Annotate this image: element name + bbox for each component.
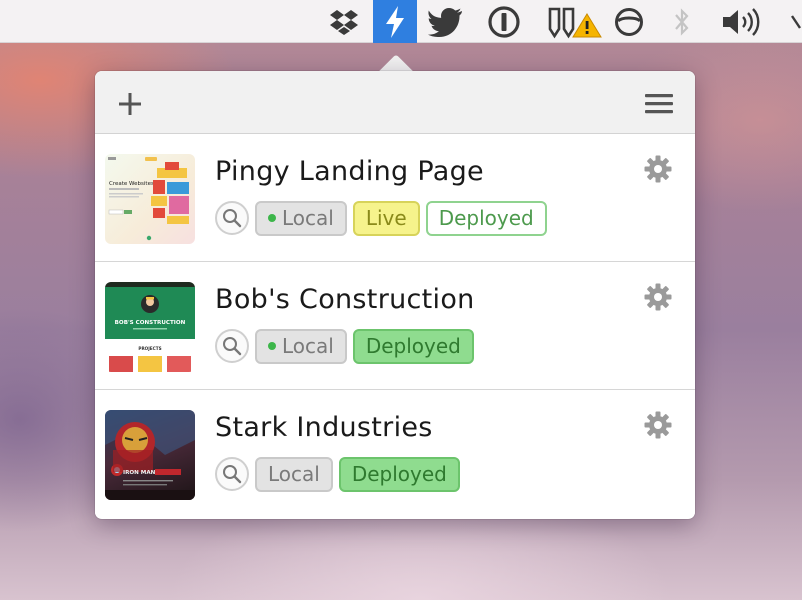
local-status-dot — [268, 214, 276, 222]
preview-search-button[interactable] — [215, 201, 249, 235]
local-label: Local — [282, 206, 334, 230]
volume-icon[interactable] — [718, 4, 768, 40]
gear-icon — [644, 411, 672, 439]
hamburger-icon — [645, 94, 673, 114]
project-settings-button[interactable] — [643, 154, 673, 184]
menu-button[interactable] — [644, 93, 674, 115]
twitter-icon[interactable] — [426, 4, 466, 40]
popover-header — [95, 71, 695, 134]
local-tag[interactable]: Local — [255, 200, 347, 236]
preview-search-button[interactable] — [215, 329, 249, 363]
project-title: Bob's Construction — [215, 284, 475, 315]
project-title: Pingy Landing Page — [215, 156, 484, 187]
sync-icon[interactable] — [611, 4, 647, 40]
plus-icon — [119, 93, 141, 115]
deployed-tag[interactable]: Deployed — [338, 456, 460, 492]
project-item[interactable]: Create Websites Pingy Landing Page Local… — [95, 134, 695, 262]
popover-arrow — [376, 52, 416, 72]
local-status-dot — [268, 342, 276, 350]
project-settings-button[interactable] — [643, 282, 673, 312]
project-thumbnail[interactable]: BOB'S CONSTRUCTION PROJECTS — [105, 282, 195, 372]
project-status-tags: Local Deployed — [215, 456, 466, 492]
pingy-bolt-icon[interactable] — [373, 0, 417, 43]
local-label: Local — [282, 334, 334, 358]
deployed-label: Deployed — [365, 334, 461, 358]
pingy-popover: Create Websites Pingy Landing Page Local… — [95, 71, 695, 519]
gear-icon — [644, 283, 672, 311]
deployed-label: Deployed — [351, 462, 447, 486]
project-settings-button[interactable] — [643, 410, 673, 440]
project-item[interactable]: BOB'S CONSTRUCTION PROJECTS Bob's Constr… — [95, 262, 695, 390]
project-thumbnail[interactable]: IRON MAN — [105, 410, 195, 500]
live-tag[interactable]: Live — [352, 200, 420, 236]
live-label: Live — [365, 206, 407, 230]
thumb-heading: IRON MAN — [123, 470, 156, 476]
deployed-tag[interactable]: Deployed — [425, 200, 547, 236]
thumb-heading: Create Websites — [109, 181, 154, 187]
clipped-menu-icon[interactable] — [790, 4, 802, 40]
project-status-tags: Local Live Deployed — [215, 200, 553, 236]
add-project-button[interactable] — [117, 91, 143, 117]
preview-search-button[interactable] — [215, 457, 249, 491]
dropbox-icon[interactable] — [326, 4, 362, 40]
onepassword-icon[interactable] — [486, 4, 522, 40]
project-thumbnail[interactable]: Create Websites — [105, 154, 195, 244]
warning-icon[interactable] — [545, 4, 603, 40]
project-title: Stark Industries — [215, 412, 433, 443]
local-tag[interactable]: Local — [255, 456, 333, 492]
gear-icon — [644, 155, 672, 183]
deployed-tag[interactable]: Deployed — [352, 328, 474, 364]
project-status-tags: Local Deployed — [215, 328, 480, 364]
menu-bar — [0, 0, 802, 43]
search-icon — [223, 337, 242, 356]
local-tag[interactable]: Local — [255, 328, 347, 364]
search-icon — [223, 209, 242, 228]
search-icon — [223, 465, 242, 484]
project-item[interactable]: IRON MAN Stark Industries Local Deployed — [95, 390, 695, 518]
local-label: Local — [268, 462, 320, 486]
thumb-subheading: PROJECTS — [138, 346, 161, 351]
bluetooth-icon[interactable] — [668, 4, 696, 40]
deployed-label: Deployed — [438, 206, 534, 230]
thumb-heading: BOB'S CONSTRUCTION — [115, 320, 186, 326]
